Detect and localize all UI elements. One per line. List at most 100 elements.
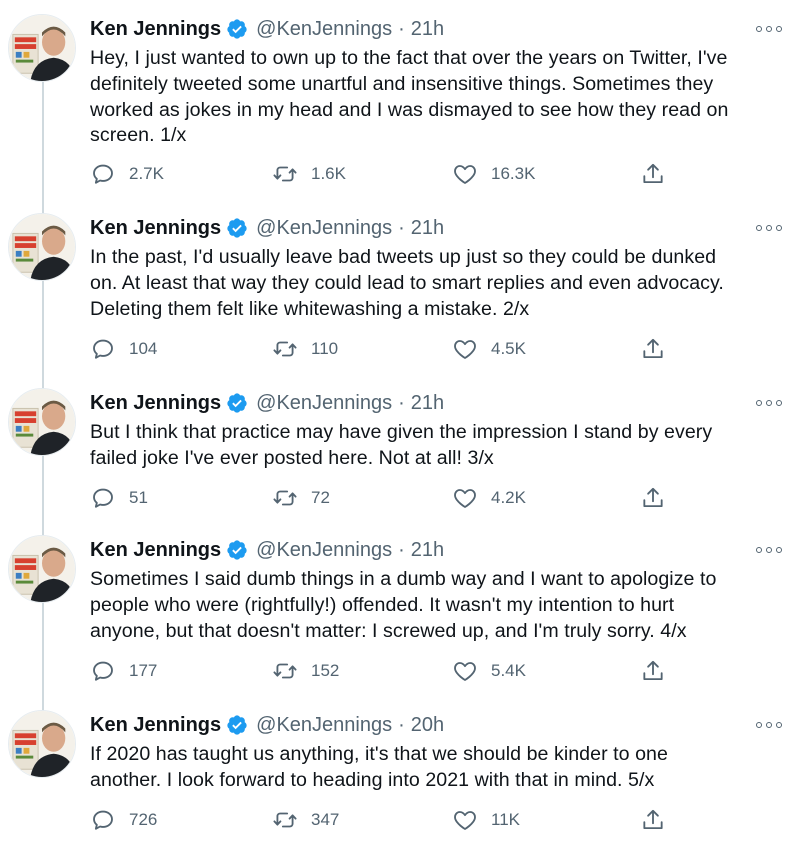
verified-badge-icon xyxy=(226,714,248,736)
retweet-count: 347 xyxy=(311,810,340,829)
author-name[interactable]: Ken Jennings xyxy=(90,539,221,562)
reply-count: 51 xyxy=(129,488,148,507)
retweet-icon xyxy=(273,812,297,828)
reply-count: 177 xyxy=(129,661,158,680)
share-icon xyxy=(643,660,663,681)
like-button[interactable]: 16.3K xyxy=(452,160,535,188)
reply-icon xyxy=(93,164,113,184)
verified-badge-icon xyxy=(226,392,248,414)
like-count: 11K xyxy=(491,810,520,829)
tweet-text-line: screen. 1/x xyxy=(90,124,187,147)
author-name[interactable]: Ken Jennings xyxy=(90,217,221,240)
reply-count: 726 xyxy=(129,810,158,829)
tweet-text-line: people who were (rightfully!) offended. … xyxy=(90,593,675,616)
tweet-actions: 51 72 4.2K xyxy=(90,484,690,512)
share-icon xyxy=(643,338,663,359)
author-handle[interactable]: @KenJennings xyxy=(256,539,392,562)
author-handle[interactable]: @KenJennings xyxy=(256,217,392,240)
tweet-text-line: In the past, I'd usually leave bad tweet… xyxy=(90,246,717,268)
heart-icon xyxy=(454,165,476,184)
tweet-header: Ken Jennings @KenJennings · 21h xyxy=(90,215,444,241)
verified-badge-icon xyxy=(226,18,248,40)
author-handle[interactable]: @KenJennings xyxy=(256,392,392,415)
header-separator: · xyxy=(398,538,405,561)
reply-button[interactable]: 51 xyxy=(90,484,148,512)
header-separator: · xyxy=(398,391,405,414)
share-button[interactable] xyxy=(640,160,666,188)
avatar[interactable] xyxy=(8,213,76,281)
author-name[interactable]: Ken Jennings xyxy=(90,392,221,415)
reply-button[interactable]: 104 xyxy=(90,335,157,363)
retweet-count: 152 xyxy=(311,661,340,680)
more-options-icon[interactable] xyxy=(756,24,782,34)
reply-button[interactable]: 726 xyxy=(90,806,157,834)
share-button[interactable] xyxy=(640,484,666,512)
heart-icon xyxy=(454,340,476,359)
retweet-count: 1.6K xyxy=(311,164,346,183)
retweet-icon xyxy=(273,490,297,506)
reply-icon xyxy=(93,339,113,359)
author-name[interactable]: Ken Jennings xyxy=(90,18,221,41)
tweet-actions: 177 152 5.4K xyxy=(90,657,690,685)
author-handle[interactable]: @KenJennings xyxy=(256,18,392,41)
more-options-icon[interactable] xyxy=(756,223,782,233)
tweet-text: In the past, I'd usually leave bad tweet… xyxy=(90,245,785,322)
reply-button[interactable]: 177 xyxy=(90,657,157,685)
more-options-icon[interactable] xyxy=(756,720,782,730)
tweet-text-line: But I think that practice may have given… xyxy=(90,421,713,443)
heart-icon xyxy=(454,662,476,681)
share-button[interactable] xyxy=(640,657,666,685)
tweet-text: If 2020 has taught us anything, it's tha… xyxy=(90,742,785,794)
tweet-timestamp[interactable]: 20h xyxy=(411,714,444,737)
avatar-image xyxy=(9,15,75,81)
reply-icon xyxy=(93,810,113,830)
tweet-text-line: worked as jokes in my head and I was dis… xyxy=(90,98,729,121)
heart-icon xyxy=(454,811,476,830)
verified-badge-icon xyxy=(226,539,248,561)
share-button[interactable] xyxy=(640,335,666,363)
share-button[interactable] xyxy=(640,806,666,834)
reply-button[interactable]: 2.7K xyxy=(90,160,164,188)
retweet-button[interactable]: 72 xyxy=(272,484,330,512)
avatar[interactable] xyxy=(8,535,76,603)
share-icon xyxy=(643,809,663,830)
like-button[interactable]: 4.2K xyxy=(452,484,526,512)
author-handle[interactable]: @KenJennings xyxy=(256,714,392,737)
retweet-button[interactable]: 1.6K xyxy=(272,160,346,188)
avatar[interactable] xyxy=(8,710,76,778)
tweet-text-line: Hey, I just wanted to own up to the fact… xyxy=(90,47,728,69)
avatar[interactable] xyxy=(8,14,76,82)
share-icon xyxy=(643,487,663,508)
tweet-header: Ken Jennings @KenJennings · 20h xyxy=(90,712,444,738)
tweet-text-line: on. At least that way they could lead to… xyxy=(90,271,724,294)
tweet-text-line: another. I look forward to heading into … xyxy=(90,768,655,791)
tweet-timestamp[interactable]: 21h xyxy=(411,217,444,240)
tweet-header: Ken Jennings @KenJennings · 21h xyxy=(90,390,444,416)
tweet-timestamp[interactable]: 21h xyxy=(411,539,444,562)
reply-count: 104 xyxy=(129,339,158,358)
reply-icon xyxy=(93,488,113,508)
tweet-header: Ken Jennings @KenJennings · 21h xyxy=(90,16,444,42)
tweet-text-line: Sometimes I said dumb things in a dumb w… xyxy=(90,568,717,590)
retweet-button[interactable]: 347 xyxy=(272,806,339,834)
like-button[interactable]: 5.4K xyxy=(452,657,526,685)
more-options-icon[interactable] xyxy=(756,398,782,408)
tweet-text-line: If 2020 has taught us anything, it's tha… xyxy=(90,743,668,765)
tweet-timestamp[interactable]: 21h xyxy=(411,18,444,41)
retweet-button[interactable]: 110 xyxy=(272,335,338,363)
heart-icon xyxy=(454,489,476,508)
tweet-timestamp[interactable]: 21h xyxy=(411,392,444,415)
retweet-button[interactable]: 152 xyxy=(272,657,339,685)
like-count: 5.4K xyxy=(491,661,526,680)
tweet-text: Hey, I just wanted to own up to the fact… xyxy=(90,46,785,149)
like-button[interactable]: 11K xyxy=(452,806,520,834)
like-button[interactable]: 4.5K xyxy=(452,335,526,363)
avatar[interactable] xyxy=(8,388,76,456)
header-separator: · xyxy=(398,216,405,239)
avatar-image xyxy=(9,389,75,455)
retweet-count: 72 xyxy=(311,488,330,507)
avatar-image xyxy=(9,711,75,777)
author-name[interactable]: Ken Jennings xyxy=(90,714,221,737)
tweet-actions: 104 110 4.5K xyxy=(90,335,690,363)
more-options-icon[interactable] xyxy=(756,545,782,555)
